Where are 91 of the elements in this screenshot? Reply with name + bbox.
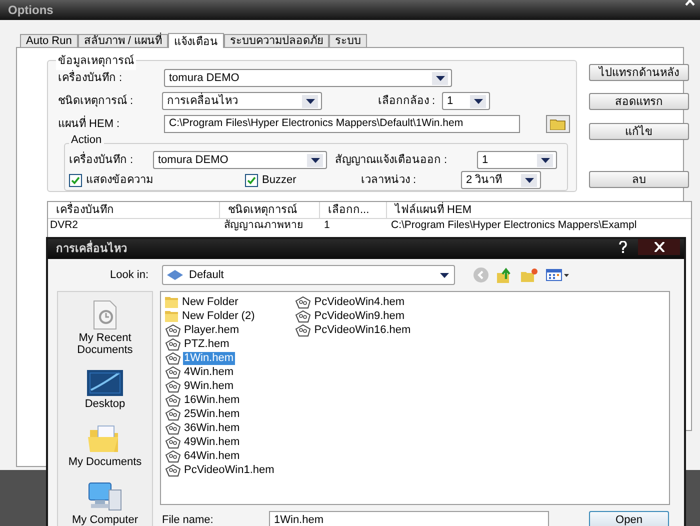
dropdown[interactable]: tomura DEMO: [164, 69, 452, 87]
tab[interactable]: สลับภาพ / แผนที่: [78, 34, 168, 47]
places-item[interactable]: My Computer: [60, 480, 150, 526]
file-item[interactable]: PTZ.hem: [183, 338, 230, 350]
dropdown-arrow-icon: [474, 98, 482, 104]
dropdown-arrow-icon: [306, 98, 314, 104]
checkbox[interactable]: [69, 174, 82, 186]
folder-up-icon[interactable]: [497, 267, 513, 283]
dropdown[interactable]: 2 วินาที: [461, 171, 541, 189]
dropdown-value: Default: [189, 268, 224, 283]
file-item[interactable]: PcVideoWin16.hem: [313, 324, 412, 336]
file-item[interactable]: 4Win.hem: [183, 366, 235, 378]
group-title: Action: [69, 134, 104, 147]
place-label: My Recent Documents: [76, 332, 134, 356]
help-icon[interactable]: [619, 241, 627, 253]
dropdown-arrow-icon: [524, 178, 534, 182]
monitor-icon: [87, 370, 123, 396]
button[interactable]: สอดแทรก: [589, 93, 689, 110]
table-cell-text: C:\Program Files\Hyper Electronics Mappers\Exampl: [390, 220, 638, 230]
file-item[interactable]: 36Win.hem: [183, 422, 241, 434]
dropdown-arrow-icon: [436, 76, 444, 80]
column-header[interactable]: ชนิดเหตุการณ์: [220, 202, 320, 218]
tab[interactable]: แจ้งเตือน: [168, 33, 224, 48]
document-clock-icon: [92, 300, 118, 330]
file-item[interactable]: 1Win.hem: [183, 352, 235, 364]
checkbox-label: แสดงข้อความ: [86, 172, 153, 188]
tab[interactable]: ระบบความปลอดภัย: [224, 34, 330, 47]
checkbox-label: Buzzer: [262, 172, 296, 188]
file-item[interactable]: New Folder (2): [181, 310, 256, 322]
dialog-title: การเคลื่อนไหว: [56, 240, 127, 258]
new-folder-icon[interactable]: [521, 268, 538, 282]
dropdown-value: 2 วินาที: [466, 172, 502, 188]
computer-icon: [87, 482, 123, 512]
dropdown-value: 1: [447, 94, 454, 109]
column-header[interactable]: เครื่องบันทึก: [48, 202, 220, 218]
table-cell-text: DVR2: [49, 220, 80, 230]
place-label: My Documents: [68, 456, 142, 468]
file-item[interactable]: New Folder: [181, 296, 240, 308]
places-item[interactable]: My Recent Documents: [60, 298, 150, 356]
dropdown[interactable]: Default: [162, 265, 455, 285]
file-item[interactable]: PcVideoWin4.hem: [313, 296, 406, 308]
path-field[interactable]: C:\Program Files\Hyper Electronics Mappers\Default\1Win.hem: [164, 115, 520, 133]
dropdown-arrow-icon: [310, 158, 320, 162]
field-label: เครื่องบันทึก :: [69, 152, 134, 168]
dropdown[interactable]: การเคลื่อนไหว: [162, 92, 322, 110]
table-cell-text: สัญญาณภาพหาย: [223, 220, 304, 230]
button[interactable]: แก้ไข: [589, 123, 689, 140]
field-label: เลือกกล้อง :: [378, 94, 436, 109]
browse-button[interactable]: [546, 115, 570, 133]
view-menu-icon[interactable]: [546, 269, 570, 281]
button[interactable]: ลบ: [589, 171, 689, 188]
group-title: ข้อมูลเหตุการณ์: [56, 53, 136, 70]
file-item[interactable]: 16Win.hem: [183, 394, 241, 406]
field-label: สัญญาณแจ้งเตือนออก :: [335, 152, 448, 168]
window-title: Options: [8, 2, 54, 19]
table-cell-text: 1: [323, 220, 331, 230]
tab[interactable]: Auto Run: [20, 34, 78, 47]
file-item[interactable]: Player.hem: [183, 324, 240, 336]
file-item[interactable]: PcVideoWin9.hem: [313, 310, 406, 322]
dropdown[interactable]: tomura DEMO: [153, 151, 327, 169]
dropdown[interactable]: 1: [442, 92, 490, 110]
dropdown-value: 1: [482, 152, 488, 168]
file-name-field[interactable]: 1Win.hem: [269, 511, 549, 526]
dropdown-arrow-icon: [540, 158, 550, 162]
field-label: เวลาหน่วง :: [361, 172, 418, 188]
column-header[interactable]: ไฟล์แผนที่ HEM: [387, 202, 691, 218]
file-item[interactable]: 49Win.hem: [183, 436, 241, 448]
file-item[interactable]: 9Win.hem: [183, 380, 235, 392]
places-item[interactable]: My Documents: [60, 422, 150, 468]
field-label: แผนที่ HEM :: [58, 116, 121, 132]
dropdown-arrow-icon: [440, 272, 448, 278]
file-item[interactable]: 64Win.hem: [183, 450, 241, 462]
dropdown-value: การเคลื่อนไหว: [167, 92, 238, 109]
column-header[interactable]: เลือกก...: [320, 202, 387, 218]
close-icon[interactable]: [654, 242, 664, 252]
field-label: ชนิดเหตุการณ์ :: [58, 94, 134, 109]
open-button[interactable]: Open: [589, 511, 669, 526]
place-label: Desktop: [84, 398, 126, 410]
file-item[interactable]: PcVideoWin1.hem: [183, 464, 276, 476]
field-label: เครื่องบันทึก :: [58, 70, 124, 86]
places-item[interactable]: Desktop: [60, 364, 150, 410]
dropdown-value: tomura DEMO: [169, 70, 240, 86]
field-label: File name:: [162, 512, 214, 526]
file-item[interactable]: 25Win.hem: [183, 408, 241, 420]
dropdown-value: tomura DEMO: [158, 152, 228, 168]
place-label: My Computer: [72, 514, 138, 526]
dropdown[interactable]: 1: [477, 151, 557, 169]
field-label: Look in:: [110, 268, 150, 283]
tab[interactable]: ระบบ: [329, 34, 368, 47]
checkbox[interactable]: [245, 174, 258, 186]
button[interactable]: ไปแทรกด้านหลัง: [589, 64, 689, 81]
